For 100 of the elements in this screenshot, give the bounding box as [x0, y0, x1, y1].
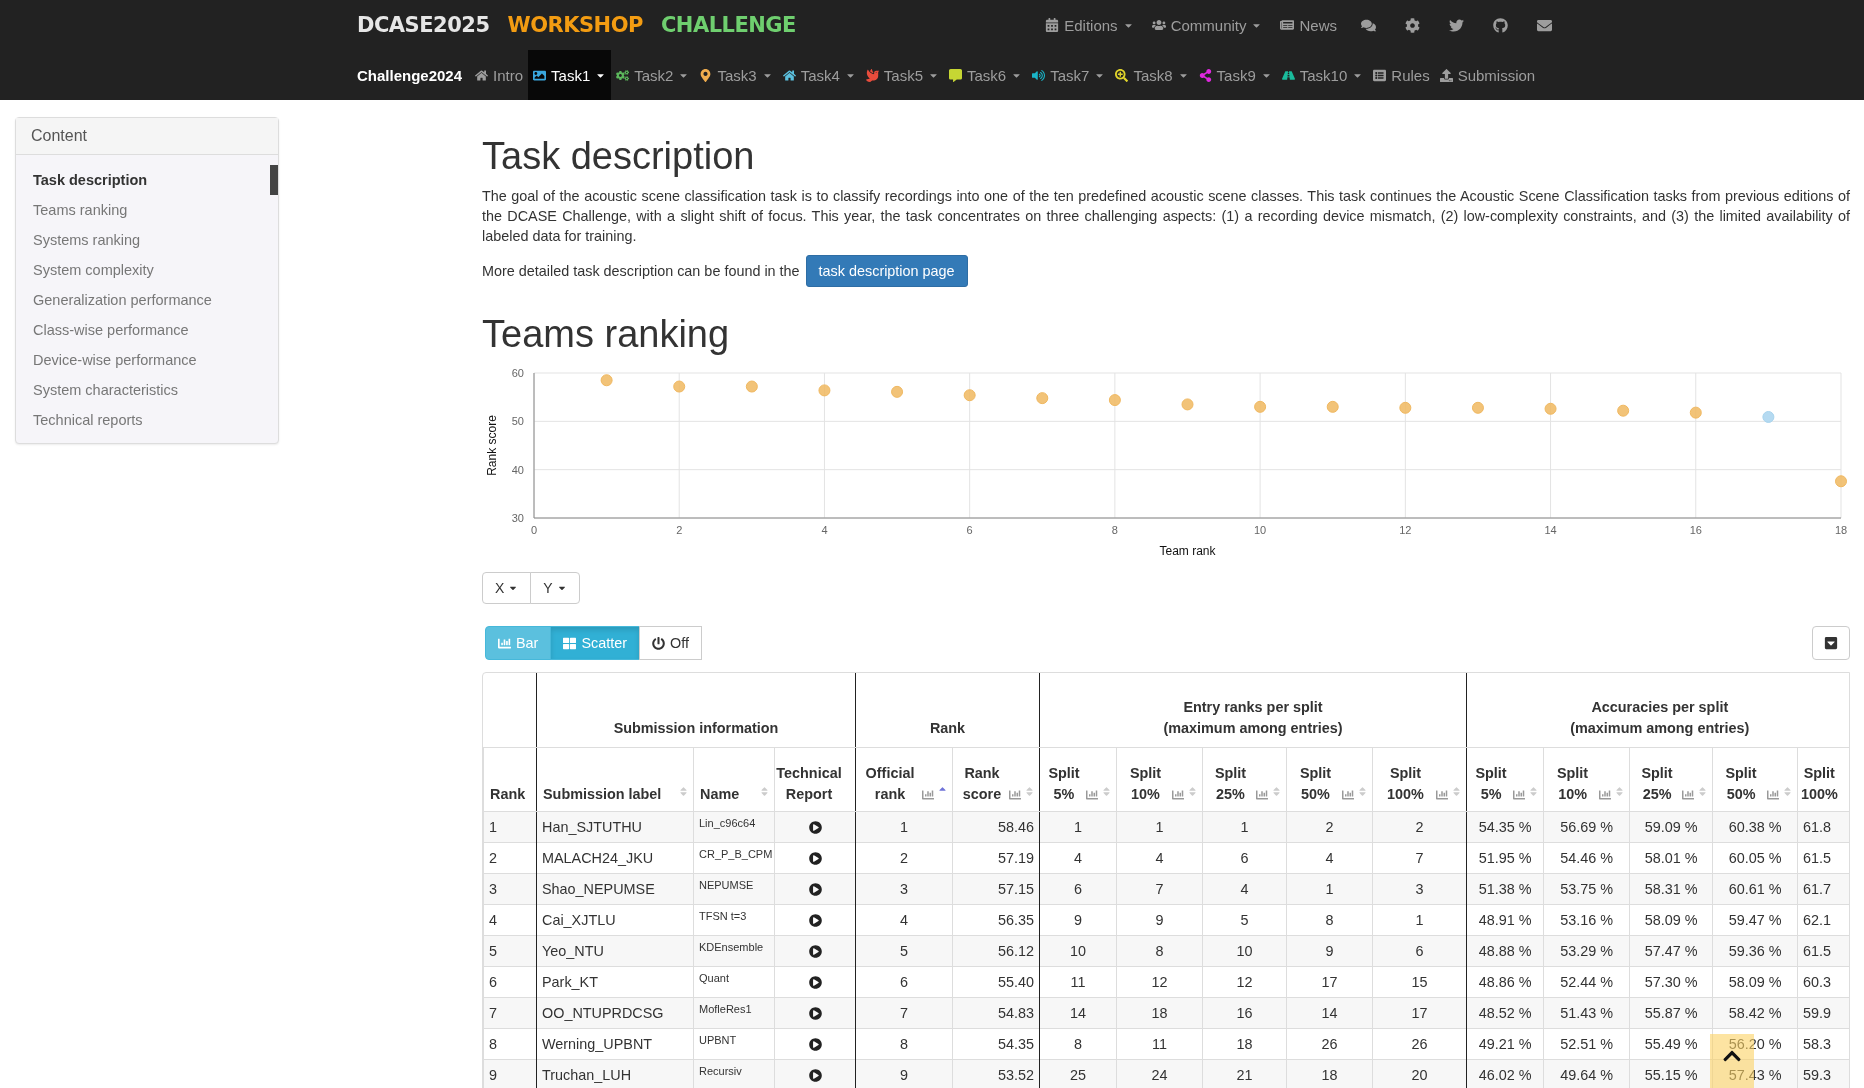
data-point[interactable] [1254, 400, 1267, 413]
table-cell: 59.09 % [1629, 811, 1713, 842]
table-cell: 53.29 % [1543, 935, 1630, 966]
column-header[interactable]: Rank score [952, 747, 1040, 811]
nav-tab[interactable]: Task9 [1193, 50, 1277, 100]
sidebar-item[interactable]: Task description [16, 165, 278, 195]
column-header[interactable]: Submission label [536, 747, 694, 811]
nav-tab[interactable]: Rules [1368, 50, 1435, 100]
logo-text[interactable]: CHALLENGE [660, 13, 796, 37]
nav-tab[interactable]: Task5 [860, 50, 944, 100]
column-header[interactable]: Split 5% [1466, 747, 1544, 811]
axis-dropdown[interactable]: Y [530, 572, 580, 604]
task-page-button[interactable]: task description page [805, 255, 968, 287]
sidebar-item[interactable]: Generalization performance [16, 285, 278, 315]
table-cell: MofleRes1 [693, 997, 775, 1028]
table-cell: 26 [1372, 1028, 1467, 1059]
report-icon[interactable] [808, 914, 822, 928]
data-point[interactable] [745, 380, 758, 393]
chart-mode-button[interactable]: Off [639, 626, 702, 660]
report-icon[interactable] [808, 1069, 822, 1083]
sidebar-item[interactable]: Systems ranking [16, 225, 278, 255]
message-icon [949, 68, 962, 82]
table-cell: 56.12 [952, 935, 1040, 966]
data-point[interactable] [1617, 404, 1630, 417]
tick-label: 6 [966, 524, 973, 536]
table-cell: 60.61 % [1712, 873, 1798, 904]
table-cell: 14 [1286, 997, 1373, 1028]
nav-tab[interactable]: Task3 [694, 50, 778, 100]
sidebar-item[interactable]: Technical reports [16, 405, 278, 435]
table-cell: 58.09 % [1712, 966, 1798, 997]
table-cell: MALACH24_JKU [536, 842, 694, 873]
column-header[interactable]: Official rank [855, 747, 953, 811]
table-cell: 2 [1286, 811, 1373, 842]
table-cell: 48.88 % [1466, 935, 1544, 966]
nav-link[interactable]: News [1273, 0, 1344, 50]
data-point[interactable] [1471, 401, 1484, 414]
axis-dropdown[interactable]: X [482, 572, 532, 604]
sidebar-item[interactable]: System characteristics [16, 375, 278, 405]
report-icon[interactable] [808, 945, 822, 959]
nav-tab[interactable]: Task1 [528, 50, 612, 100]
data-point[interactable] [1835, 475, 1847, 488]
data-point[interactable] [1181, 398, 1194, 411]
data-point[interactable] [1036, 392, 1049, 405]
logo-text[interactable]: DCASE2025 [357, 13, 490, 37]
column-header[interactable]: Split 100% [1372, 747, 1467, 811]
data-point[interactable] [1108, 394, 1121, 407]
tick-label: 8 [1111, 524, 1118, 536]
toggle-button[interactable] [1812, 626, 1850, 660]
nav-tab[interactable]: Task2 [611, 50, 695, 100]
group-header: Rank [855, 673, 1040, 747]
data-point[interactable] [1399, 401, 1412, 414]
column-header[interactable]: Split 25% [1629, 747, 1713, 811]
nav-tab[interactable]: Submission [1434, 50, 1541, 100]
brand-link[interactable]: Challenge2024 [357, 66, 463, 84]
nav-link[interactable]: Editions [1038, 0, 1141, 50]
column-header[interactable]: Split 50% [1286, 747, 1373, 811]
nav-tab[interactable]: Intro [470, 50, 529, 100]
table-cell: 1 [1286, 873, 1373, 904]
report-icon[interactable] [808, 852, 822, 866]
data-point[interactable] [963, 389, 976, 402]
table-cell: CR_P_B_CPM [693, 842, 775, 873]
column-header[interactable]: Split 5% [1039, 747, 1117, 811]
nav-link[interactable]: Community [1144, 0, 1270, 50]
table-cell: TFSN t=3 [693, 904, 775, 935]
data-point[interactable] [673, 380, 686, 393]
nav-tab[interactable]: Task6 [944, 50, 1028, 100]
report-icon[interactable] [808, 1007, 822, 1021]
data-point[interactable] [1544, 402, 1557, 415]
sidebar-item[interactable]: Device-wise performance [16, 345, 278, 375]
data-point[interactable] [600, 374, 613, 387]
sidebar-item[interactable]: Teams ranking [16, 195, 278, 225]
data-point[interactable] [1326, 400, 1339, 413]
table-cell: 61.7 [1797, 873, 1849, 904]
table-cell: Truchan_LUH [536, 1059, 694, 1088]
column-header[interactable]: Split 50% [1712, 747, 1798, 811]
logo-text[interactable]: WORKSHOP [507, 13, 643, 37]
report-icon[interactable] [808, 1038, 822, 1052]
data-point[interactable] [1762, 411, 1775, 423]
nav-tab[interactable]: Task10 [1276, 50, 1369, 100]
nav-tab[interactable]: Task7 [1027, 50, 1111, 100]
section-title: Teams ranking [482, 313, 731, 356]
report-icon[interactable] [808, 976, 822, 990]
column-header[interactable]: Name [693, 747, 775, 811]
column-header[interactable]: Split 25% [1202, 747, 1287, 811]
sidebar-item[interactable]: System complexity [16, 255, 278, 285]
sidebar-item[interactable]: Class-wise performance [16, 315, 278, 345]
data-point[interactable] [818, 384, 831, 397]
table-cell: 7 [1372, 842, 1467, 873]
table-cell: 3 [855, 873, 953, 904]
table-cell: 48.52 % [1466, 997, 1544, 1028]
tick-label: 50 [511, 415, 524, 428]
table-cell: Shao_NEPUMSE [536, 873, 694, 904]
nav-tab[interactable]: Task8 [1110, 50, 1194, 100]
data-point[interactable] [1689, 406, 1702, 419]
column-header[interactable]: Split 10% [1116, 747, 1203, 811]
column-header[interactable]: Split 10% [1543, 747, 1630, 811]
report-icon[interactable] [808, 883, 822, 897]
data-point[interactable] [891, 385, 904, 398]
nav-tab[interactable]: Task4 [777, 50, 861, 100]
report-icon[interactable] [808, 821, 822, 835]
